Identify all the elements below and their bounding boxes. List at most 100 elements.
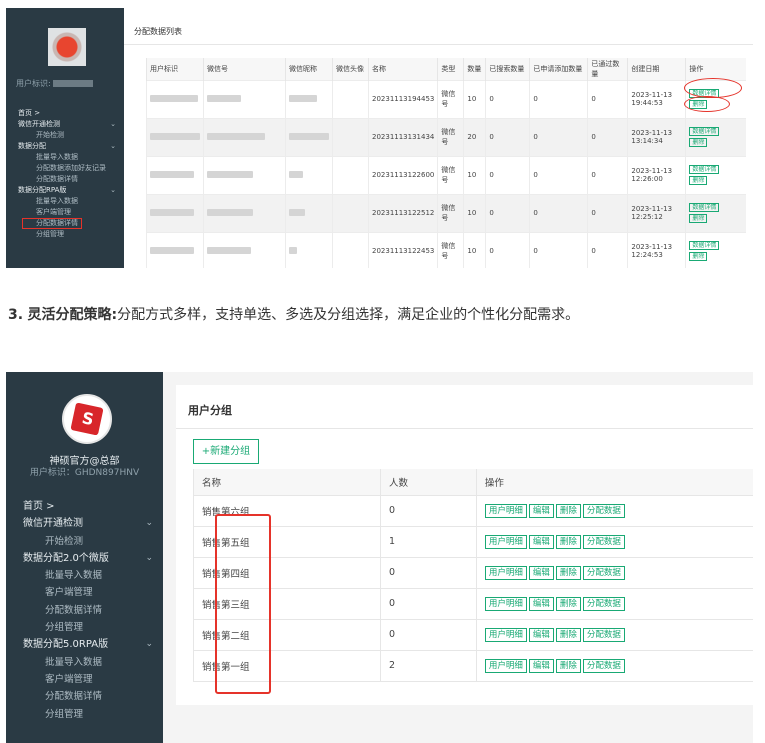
cell-passed: 0 xyxy=(587,193,628,232)
cell-date: 2023-11-13 19:44:53 xyxy=(627,79,686,118)
sidebar-item[interactable]: 分配数据详情 xyxy=(6,688,163,705)
redacted-cell xyxy=(203,231,286,268)
sidebar-item[interactable]: 微信开通检测 ⌄ xyxy=(6,515,163,532)
assign-data-button[interactable]: 分配数据 xyxy=(582,565,625,580)
delete-button[interactable]: 删除 xyxy=(689,176,708,185)
assign-data-button[interactable]: 分配数据 xyxy=(582,627,625,642)
redacted-value xyxy=(289,246,297,254)
detail-button[interactable]: 数据详情 xyxy=(689,241,720,251)
page-title: 用户分组 xyxy=(188,404,232,417)
assign-data-button[interactable]: 分配数据 xyxy=(582,596,625,611)
user-detail-button[interactable]: 用户明细 xyxy=(484,503,527,518)
redacted-cell xyxy=(146,231,204,268)
redacted-cell xyxy=(203,193,286,232)
cell-actions: 数据详情 删除 xyxy=(685,231,746,268)
edit-button[interactable]: 编辑 xyxy=(528,503,554,518)
date-value: 2023-11-13 xyxy=(631,205,673,213)
column-header: 名称 xyxy=(193,469,381,496)
edit-button[interactable]: 编辑 xyxy=(528,534,554,549)
redacted-value xyxy=(207,132,265,140)
new-group-button[interactable]: +新建分组 xyxy=(193,439,259,464)
cell-searched: 0 xyxy=(485,231,530,268)
redacted-value xyxy=(150,132,200,140)
sidebar-item[interactable]: 客户端管理 xyxy=(6,671,163,688)
cell-qty: 10 xyxy=(463,79,486,118)
sidebar-item[interactable]: 数据分配RPA版 ⌄ xyxy=(6,185,124,196)
redacted-value xyxy=(207,246,251,254)
delete-button[interactable]: 删除 xyxy=(555,565,581,580)
edit-button[interactable]: 编辑 xyxy=(528,627,554,642)
redacted-user-id xyxy=(52,80,93,87)
delete-button[interactable]: 删除 xyxy=(555,596,581,611)
redacted-cell xyxy=(285,79,333,118)
sidebar-item[interactable]: 数据分配5.0RPA版 ⌄ xyxy=(6,636,163,653)
delete-button[interactable]: 删除 xyxy=(689,138,708,147)
redacted-cell xyxy=(146,117,204,156)
table-row: 销售第六组 0 用户明细 编辑 删除 分配数据 xyxy=(193,495,753,527)
assign-data-button[interactable]: 分配数据 xyxy=(582,658,625,673)
cell-applied: 0 xyxy=(529,193,588,232)
delete-button[interactable]: 删除 xyxy=(555,503,581,518)
screenshot-data-list: 用户标识: 首页 > 微信开通检测 ⌄ 开始检测 数据分配 ⌄ 批量导入数据 分配数据添加好友… xyxy=(6,8,753,268)
sidebar-item[interactable]: 分配数据详情 xyxy=(22,218,82,229)
sidebar-item[interactable]: 分配数据详情 xyxy=(6,174,124,185)
assign-data-button[interactable]: 分配数据 xyxy=(582,503,625,518)
delete-button[interactable]: 删除 xyxy=(689,252,708,262)
cell-date: 2023-11-13 12:26:00 xyxy=(627,155,686,194)
sidebar-item-label: 批量导入数据 xyxy=(45,570,103,582)
sidebar-item-label: 批量导入数据 xyxy=(36,153,78,161)
sidebar-item[interactable]: 微信开通检测 ⌄ xyxy=(6,119,124,130)
user-detail-button[interactable]: 用户明细 xyxy=(484,658,527,673)
detail-button[interactable]: 数据详情 xyxy=(689,165,720,174)
column-header: 类型 xyxy=(437,58,464,80)
table-row: 销售第四组 0 用户明细 编辑 删除 分配数据 xyxy=(193,557,753,589)
sidebar-item-label: 客户端管理 xyxy=(45,587,93,599)
sidebar-item[interactable]: 开始检测 xyxy=(6,130,124,141)
user-detail-button[interactable]: 用户明细 xyxy=(484,596,527,611)
sidebar-item[interactable]: 批量导入数据 xyxy=(6,654,163,671)
sidebar-item[interactable]: 首页 > xyxy=(6,108,124,119)
sidebar-item[interactable]: 开始检测 xyxy=(6,533,163,550)
user-detail-button[interactable]: 用户明细 xyxy=(484,565,527,580)
user-detail-button[interactable]: 用户明细 xyxy=(484,627,527,642)
edit-button[interactable]: 编辑 xyxy=(528,596,554,611)
redacted-value xyxy=(150,208,194,216)
sidebar-item[interactable]: 分配数据添加好友记录 xyxy=(6,163,124,174)
sidebar-item[interactable]: 批量导入数据 xyxy=(6,196,124,207)
sidebar-item-label: 批量导入数据 xyxy=(36,197,78,205)
detail-button[interactable]: 数据详情 xyxy=(689,203,720,212)
sidebar-item-label: 分配数据详情 xyxy=(45,604,103,616)
sidebar-item-label: 微信开通检测 xyxy=(23,518,83,530)
detail-button[interactable]: 数据详情 xyxy=(689,127,720,136)
user-id-label: 用户标识: xyxy=(16,79,51,88)
sidebar-item[interactable]: 数据分配 ⌄ xyxy=(6,141,124,152)
sidebar-item[interactable]: 首页 > xyxy=(6,498,163,515)
assign-data-button[interactable]: 分配数据 xyxy=(582,534,625,549)
sidebar-item[interactable]: 批量导入数据 xyxy=(6,567,163,584)
delete-button[interactable]: 删除 xyxy=(555,627,581,642)
sidebar-item[interactable]: 分组管理 xyxy=(6,229,124,240)
divider xyxy=(176,428,753,429)
cell-applied: 0 xyxy=(529,117,588,156)
sidebar-item[interactable]: 客户端管理 xyxy=(6,584,163,601)
sidebar-item[interactable]: 分配数据详情 xyxy=(6,602,163,619)
cell-date: 2023-11-13 13:14:34 xyxy=(627,117,686,156)
sidebar-item-label: 分配数据详情 xyxy=(36,219,78,227)
sidebar-item[interactable]: 批量导入数据 xyxy=(6,152,124,163)
edit-button[interactable]: 编辑 xyxy=(528,658,554,673)
sidebar-item[interactable]: 分组管理 xyxy=(6,619,163,636)
table-row: 20231113131434 微信号 20 0 0 0 2023-11-13 13:14:34… xyxy=(146,117,746,156)
table-row: 20231113122453 微信号 10 0 0 0 2023-11-13 12:24:53… xyxy=(146,231,746,268)
sidebar-item[interactable]: 客户端管理 xyxy=(6,207,124,218)
delete-button[interactable]: 删除 xyxy=(689,214,708,223)
cell-actions: 数据详情 删除 xyxy=(685,117,746,156)
delete-button[interactable]: 删除 xyxy=(555,658,581,673)
cell-qty: 10 xyxy=(463,231,486,268)
sidebar-item[interactable]: 数据分配2.0个微版 ⌄ xyxy=(6,550,163,567)
cell-actions: 用户明细 编辑 删除 分配数据 xyxy=(475,650,753,682)
delete-button[interactable]: 删除 xyxy=(555,534,581,549)
sidebar-item[interactable]: 分组管理 xyxy=(6,706,163,723)
sidebar-item-label: 微信开通检测 xyxy=(18,120,60,128)
edit-button[interactable]: 编辑 xyxy=(528,565,554,580)
user-detail-button[interactable]: 用户明细 xyxy=(484,534,527,549)
